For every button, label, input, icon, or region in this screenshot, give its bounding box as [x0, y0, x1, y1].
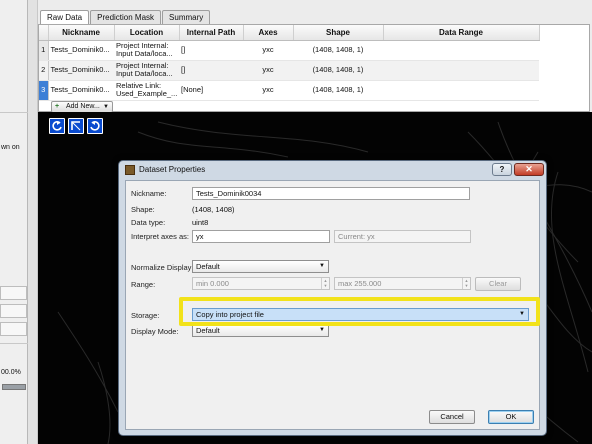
tab-prediction-mask[interactable]: Prediction Mask [90, 10, 162, 24]
cell-nickname[interactable]: Tests_Dominik0... [48, 80, 114, 101]
cell-internal-path[interactable]: [None] [179, 80, 243, 101]
column-header-axes[interactable]: Axes [243, 25, 294, 41]
data-type-label: Data type: [131, 218, 166, 227]
chevron-down-icon: ▼ [319, 327, 325, 333]
row-number[interactable]: 3 [39, 80, 49, 101]
current-axes-field: Current: yx [334, 230, 471, 243]
column-header-internal-path[interactable]: Internal Path [179, 25, 244, 41]
table-row[interactable]: 1 Tests_Dominik0... Project Internal: In… [39, 40, 539, 61]
display-mode-label: Display Mode: [131, 327, 179, 336]
chevron-down-icon: ▼ [319, 263, 325, 269]
panel-field[interactable] [0, 286, 27, 300]
add-new-label: Add New... [66, 103, 100, 110]
row-number[interactable]: 1 [39, 40, 49, 61]
normalize-display-value: Default [196, 262, 220, 271]
data-selection-panel: Raw Data Prediction Mask Summary Nicknam… [38, 0, 592, 113]
interpret-axes-label: Interpret axes as: [131, 232, 189, 241]
column-header-data-range[interactable]: Data Range [383, 25, 540, 41]
range-max-spinbox: max 255.000 ▲ ▼ [334, 277, 471, 290]
display-mode-value: Default [196, 326, 220, 335]
dialog-titlebar[interactable]: Dataset Properties ? ✕ [119, 161, 546, 179]
normalize-display-select[interactable]: Default ▼ [192, 260, 329, 273]
row-number[interactable]: 2 [39, 60, 49, 81]
cell-data-range[interactable] [383, 40, 539, 61]
cell-shape[interactable]: (1408, 1408, 1) [293, 40, 383, 61]
storage-label: Storage: [131, 311, 160, 320]
rotate-right-icon[interactable] [87, 118, 103, 134]
cell-location[interactable]: Project Internal: Input Data/loca... [114, 60, 179, 81]
vertical-scrollbar[interactable] [28, 0, 38, 444]
column-header-location[interactable]: Location [114, 25, 180, 41]
shape-label: Shape: [131, 205, 155, 214]
tab-bar: Raw Data Prediction Mask Summary [40, 10, 211, 25]
cell-internal-path[interactable]: [] [179, 60, 243, 81]
spin-arrows-icon: ▲ ▼ [321, 278, 329, 289]
progress-label: 00.0% [1, 369, 21, 376]
cell-nickname[interactable]: Tests_Dominik0... [48, 60, 114, 81]
table-row-selected[interactable]: 3 Tests_Dominik0... Relative Link: Used_… [39, 80, 539, 101]
panel-field[interactable] [0, 304, 27, 318]
truncated-label: wn on [1, 144, 20, 151]
nickname-field[interactable]: Tests_Dominik0034 [192, 187, 470, 200]
range-min-spinbox: min 0.000 ▲ ▼ [192, 277, 330, 290]
clear-button[interactable]: Clear [475, 277, 521, 291]
divider [0, 112, 28, 113]
close-button[interactable]: ✕ [514, 163, 544, 176]
range-max-value: max 255.000 [338, 279, 382, 288]
swap-axes-icon[interactable] [68, 118, 84, 134]
range-min-value: min 0.000 [196, 279, 229, 288]
help-button[interactable]: ? [492, 163, 512, 176]
app-icon [125, 165, 135, 175]
cell-axes[interactable]: yxc [243, 40, 293, 61]
panel-field[interactable] [0, 322, 27, 336]
chevron-down-icon: ▼ [103, 104, 109, 110]
cell-shape[interactable]: (1408, 1408, 1) [293, 60, 383, 81]
progress-bar [2, 384, 26, 390]
highlight-annotation [179, 297, 540, 326]
normalize-display-label: Normalize Display: [131, 263, 194, 272]
plus-icon: + [55, 103, 60, 110]
shape-value: (1408, 1408) [192, 205, 235, 214]
dataset-table: Nickname Location Internal Path Axes Sha… [38, 24, 590, 113]
cell-data-range[interactable] [383, 60, 539, 81]
cell-nickname[interactable]: Tests_Dominik0... [48, 40, 114, 61]
spin-arrows-icon: ▲ ▼ [462, 278, 470, 289]
dialog-title: Dataset Properties [139, 165, 206, 174]
cell-shape[interactable]: (1408, 1408, 1) [293, 80, 383, 101]
cell-axes[interactable]: yxc [243, 60, 293, 81]
range-label: Range: [131, 280, 156, 289]
column-header [39, 25, 49, 41]
column-header-nickname[interactable]: Nickname [48, 25, 115, 41]
cell-data-range[interactable] [383, 80, 539, 101]
cell-location[interactable]: Relative Link: Used_Example_... [114, 80, 179, 101]
data-type-value: uint8 [192, 218, 209, 227]
left-panel: wn on 00.0% [0, 0, 28, 444]
ok-button[interactable]: OK [488, 410, 534, 424]
axes-field[interactable]: yx [192, 230, 330, 243]
tab-summary[interactable]: Summary [162, 10, 211, 24]
nickname-label: Nickname: [131, 189, 167, 198]
cell-internal-path[interactable]: [] [179, 40, 243, 61]
cell-location[interactable]: Project Internal: Input Data/loca... [114, 40, 179, 61]
cancel-button[interactable]: Cancel [429, 410, 475, 424]
divider [0, 343, 28, 344]
rotate-left-icon[interactable] [49, 118, 65, 134]
tab-raw-data[interactable]: Raw Data [40, 10, 90, 25]
cell-axes[interactable]: yxc [243, 80, 293, 101]
table-row[interactable]: 2 Tests_Dominik0... Project Internal: In… [39, 60, 539, 81]
column-header-shape[interactable]: Shape [293, 25, 384, 41]
